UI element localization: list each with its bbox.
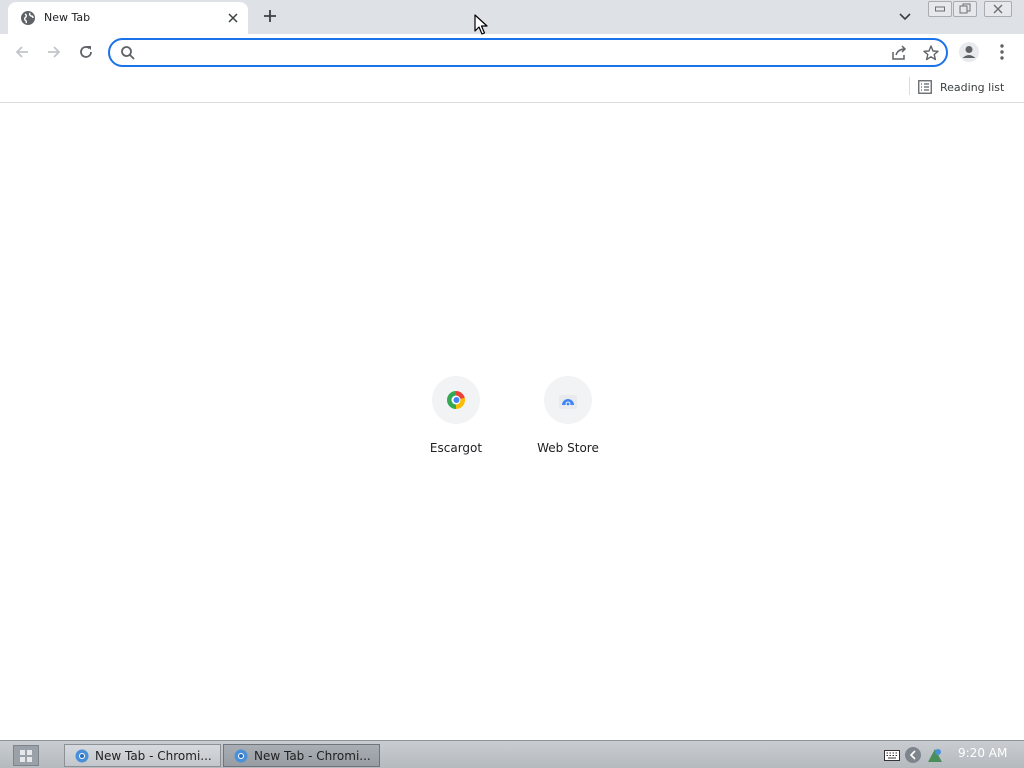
globe-icon bbox=[21, 11, 35, 25]
reading-list-button[interactable]: Reading list bbox=[918, 76, 1004, 98]
reading-list-label: Reading list bbox=[940, 80, 1005, 94]
close-tab-icon[interactable] bbox=[224, 9, 242, 27]
restore-icon bbox=[959, 3, 971, 14]
new-tab-button[interactable] bbox=[258, 4, 282, 28]
address-input[interactable] bbox=[144, 44, 884, 62]
chromium-icon bbox=[75, 749, 89, 762]
reload-button[interactable] bbox=[74, 40, 98, 64]
maximize-button[interactable] bbox=[953, 1, 977, 17]
keyboard-icon[interactable] bbox=[884, 748, 900, 762]
clock[interactable]: 9:20 AM bbox=[958, 746, 1007, 760]
reload-icon bbox=[80, 46, 92, 58]
plus-icon bbox=[264, 10, 276, 22]
network-icon[interactable] bbox=[926, 746, 944, 764]
new-tab-page: Escargot Web Store bbox=[0, 104, 1024, 740]
close-icon bbox=[993, 4, 1003, 14]
shortcut-web-store[interactable]: Web Store bbox=[520, 376, 616, 464]
taskbar-item-label: New Tab - Chromi... bbox=[95, 748, 212, 763]
tab-title: New Tab bbox=[44, 11, 91, 24]
arrow-left-icon bbox=[15, 46, 28, 58]
web-store-icon bbox=[559, 395, 577, 409]
profile-avatar-icon bbox=[959, 42, 979, 62]
minimize-icon bbox=[935, 6, 945, 12]
close-window-button[interactable] bbox=[984, 1, 1012, 17]
profile-button[interactable] bbox=[957, 40, 981, 64]
tab-search-button[interactable] bbox=[894, 6, 916, 28]
chromium-icon bbox=[234, 749, 248, 762]
shortcut-icon-container bbox=[432, 376, 480, 424]
shortcut-label: Escargot bbox=[429, 441, 483, 455]
bookmarks-separator bbox=[909, 77, 910, 95]
browser-toolbar bbox=[0, 34, 1024, 70]
taskbar-item-label: New Tab - Chromi... bbox=[254, 748, 371, 763]
share-icon[interactable] bbox=[890, 44, 908, 62]
shortcut-icon-container bbox=[544, 376, 592, 424]
address-bar[interactable] bbox=[108, 38, 948, 67]
shortcut-label: Web Store bbox=[537, 441, 599, 455]
tab-strip: New Tab bbox=[0, 0, 1024, 34]
os-taskbar: New Tab - Chromi... New Tab - Chromi... … bbox=[0, 740, 1024, 768]
bookmarks-bar: Reading list bbox=[0, 70, 1024, 103]
arrow-right-icon bbox=[48, 46, 61, 58]
escargot-icon bbox=[447, 390, 466, 410]
menu-button[interactable] bbox=[990, 40, 1014, 64]
taskbar-item[interactable]: New Tab - Chromi... bbox=[64, 744, 221, 767]
tab-new-tab[interactable]: New Tab bbox=[8, 2, 248, 34]
reading-list-icon bbox=[918, 80, 932, 94]
bookmark-star-icon[interactable] bbox=[922, 44, 940, 62]
mouse-cursor-icon bbox=[474, 14, 488, 35]
grid-icon bbox=[20, 749, 32, 762]
start-menu-button[interactable] bbox=[13, 745, 39, 766]
more-vert-icon bbox=[1000, 44, 1004, 60]
taskbar-item-active[interactable]: New Tab - Chromi... bbox=[223, 744, 380, 767]
search-icon bbox=[121, 46, 135, 60]
tray-expand-icon[interactable] bbox=[904, 746, 922, 764]
system-tray bbox=[884, 745, 944, 765]
shortcut-escargot[interactable]: Escargot bbox=[408, 376, 504, 464]
back-button[interactable] bbox=[10, 40, 34, 64]
chevron-down-icon bbox=[899, 13, 911, 21]
minimize-button[interactable] bbox=[928, 1, 952, 17]
forward-button[interactable] bbox=[42, 40, 66, 64]
